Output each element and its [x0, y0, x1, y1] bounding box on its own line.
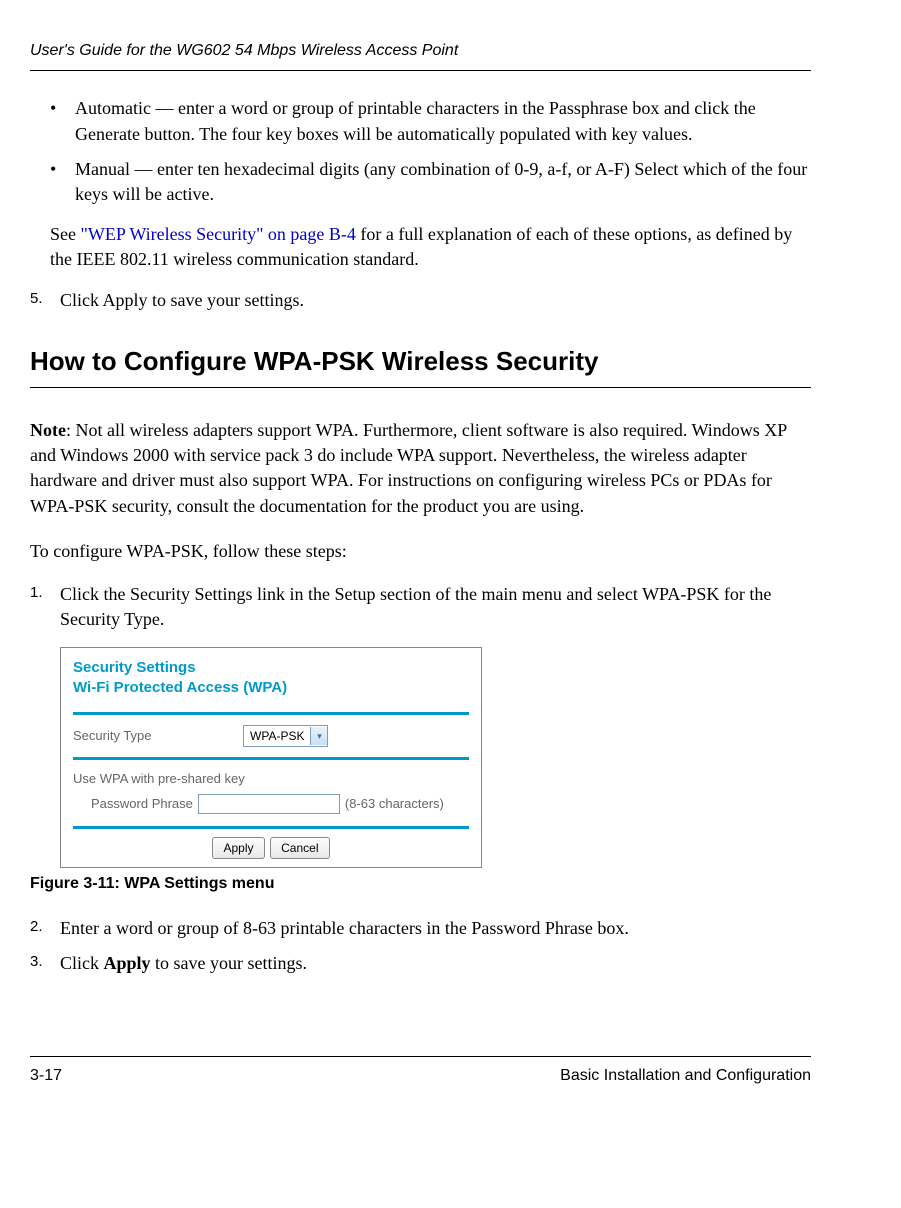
step-5: 5. Click Apply to save your settings.: [30, 288, 811, 313]
wpa-settings-figure: Security Settings Wi-Fi Protected Access…: [60, 647, 482, 868]
bullet-item: • Manual — enter ten hexadecimal digits …: [50, 157, 811, 207]
page-number: 3-17: [30, 1065, 62, 1087]
chevron-down-icon: ▾: [310, 727, 327, 745]
note-paragraph: Note: Not all wireless adapters support …: [30, 418, 811, 519]
bullet-text: Manual — enter ten hexadecimal digits (a…: [75, 157, 811, 207]
step-text: Click Apply to save your settings.: [60, 951, 811, 976]
see-paragraph: See "WEP Wireless Security" on page B-4 …: [50, 222, 811, 272]
bullet-item: • Automatic — enter a word or group of p…: [50, 96, 811, 146]
bullet-list: • Automatic — enter a word or group of p…: [50, 96, 811, 207]
note-label: Note: [30, 420, 66, 440]
psk-row: Use WPA with pre-shared key: [61, 760, 481, 788]
figure-title-1: Security Settings: [73, 658, 469, 678]
figure-caption: Figure 3-11: WPA Settings menu: [30, 873, 811, 895]
page-footer: 3-17 Basic Installation and Configuratio…: [30, 1056, 811, 1087]
step-text: Click Apply to save your settings.: [60, 288, 811, 313]
figure-header: Security Settings Wi-Fi Protected Access…: [61, 648, 481, 712]
apply-button[interactable]: Apply: [212, 837, 264, 860]
step-2: 2. Enter a word or group of 8-63 printab…: [30, 916, 811, 941]
password-row: Password Phrase (8-63 characters): [61, 789, 481, 826]
step-text: Enter a word or group of 8-63 printable …: [60, 916, 811, 941]
bullet-marker: •: [50, 96, 75, 146]
security-type-label: Security Type: [73, 727, 243, 745]
security-type-row: Security Type WPA-PSK ▾: [61, 715, 481, 757]
step3-suffix: to save your settings.: [151, 953, 307, 973]
bullet-text: Automatic — enter a word or group of pri…: [75, 96, 811, 146]
select-value: WPA-PSK: [244, 728, 310, 745]
header-title: User's Guide for the WG602 54 Mbps Wirel…: [30, 42, 458, 59]
step3-bold: Apply: [104, 953, 151, 973]
wep-link[interactable]: "WEP Wireless Security" on page B-4: [81, 224, 356, 244]
section-label: Basic Installation and Configuration: [560, 1065, 811, 1087]
step-number: 5.: [30, 288, 60, 313]
see-prefix: See: [50, 224, 81, 244]
bullet-marker: •: [50, 157, 75, 207]
page-header: User's Guide for the WG602 54 Mbps Wirel…: [30, 40, 811, 71]
cancel-button[interactable]: Cancel: [270, 837, 329, 860]
step-text: Click the Security Settings link in the …: [60, 582, 811, 632]
intro-paragraph: To configure WPA-PSK, follow these steps…: [30, 539, 811, 564]
psk-label: Use WPA with pre-shared key: [73, 770, 245, 788]
figure-title-2: Wi-Fi Protected Access (WPA): [73, 678, 469, 698]
step3-prefix: Click: [60, 953, 104, 973]
step-number: 1.: [30, 582, 60, 632]
password-input[interactable]: [198, 794, 340, 814]
button-row: Apply Cancel: [61, 829, 481, 868]
step-number: 3.: [30, 951, 60, 976]
chars-hint: (8-63 characters): [345, 795, 444, 813]
step-number: 2.: [30, 916, 60, 941]
section-heading: How to Configure WPA-PSK Wireless Securi…: [30, 343, 811, 388]
note-text: : Not all wireless adapters support WPA.…: [30, 420, 787, 516]
password-label: Password Phrase: [91, 795, 193, 813]
security-type-select[interactable]: WPA-PSK ▾: [243, 725, 328, 747]
step-1: 1. Click the Security Settings link in t…: [30, 582, 811, 632]
step-3: 3. Click Apply to save your settings.: [30, 951, 811, 976]
